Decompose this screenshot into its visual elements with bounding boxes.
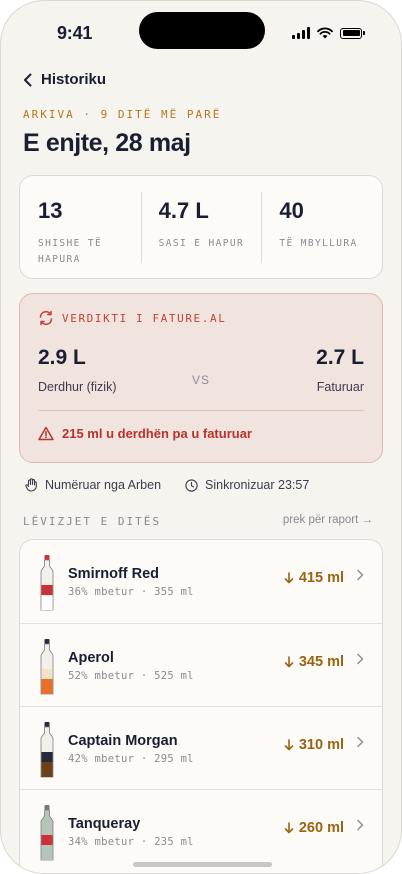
item-detail: 42% mbetur · 295 ml	[68, 753, 194, 765]
arrow-down-icon	[284, 822, 294, 834]
back-button[interactable]: Historiku	[23, 71, 106, 88]
battery-icon	[340, 27, 362, 39]
item-amount: 260 ml	[284, 820, 344, 836]
page-title: E enjte, 28 maj	[23, 129, 191, 157]
warning-triangle-icon	[38, 426, 54, 441]
poured-value: 2.9 L	[38, 346, 86, 369]
item-amount: 345 ml	[284, 654, 344, 670]
discrepancy-warning: 215 ml u derdhën pa u faturuar	[38, 426, 252, 441]
wifi-icon	[317, 27, 333, 39]
stat-caption: SHISHE TË HAPURA	[38, 238, 103, 265]
sync-icon	[39, 310, 53, 326]
list-item[interactable]: Smirnoff Red 36% mbetur · 355 ml 415 ml	[20, 540, 382, 623]
stat-opened-bottles: 13 SHISHE TË HAPURA	[20, 176, 141, 278]
clock-icon	[185, 478, 198, 492]
stat-closed: 40 TË MBYLLURA	[261, 176, 382, 278]
stat-caption: TË MBYLLURA	[279, 238, 358, 249]
counted-by: Numëruar nga Arben	[25, 478, 161, 492]
stat-value: 40	[279, 198, 304, 223]
item-name: Captain Morgan	[68, 733, 178, 749]
movements-title: LËVIZJET E DITËS	[23, 515, 161, 528]
warning-text: 215 ml u derdhën pa u faturuar	[62, 426, 252, 441]
list-item[interactable]: Aperol 52% mbetur · 525 ml 345 ml	[20, 623, 382, 707]
list-item[interactable]: Tanqueray 34% mbetur · 235 ml 260 ml	[20, 789, 382, 873]
chevron-right-icon	[357, 819, 364, 831]
meta-row: Numëruar nga Arben Sinkronizuar 23:57	[25, 478, 309, 492]
item-amount: 415 ml	[284, 570, 344, 586]
item-name: Aperol	[68, 650, 114, 666]
list-item[interactable]: Captain Morgan 42% mbetur · 295 ml 310 m…	[20, 706, 382, 790]
billed-label: Faturuar	[316, 380, 364, 394]
hand-icon	[25, 478, 37, 492]
item-amount-value: 415 ml	[298, 570, 344, 586]
status-icons	[292, 27, 365, 39]
bottle-icon	[40, 555, 54, 611]
arrow-down-icon	[284, 656, 294, 668]
arrow-down-icon	[284, 739, 294, 751]
counted-by-text: Numëruar nga Arben	[45, 478, 162, 492]
verdict-divider	[38, 410, 364, 411]
chevron-right-icon	[357, 736, 364, 748]
bottle-icon	[40, 722, 54, 778]
chevron-right-icon	[357, 569, 364, 581]
stat-caption: SASI E HAPUR	[158, 238, 245, 249]
signal-icon	[292, 27, 310, 39]
billed-value: 2.7 L	[316, 346, 364, 369]
report-link[interactable]: prek për raport →	[283, 514, 373, 526]
item-name: Tanqueray	[68, 816, 141, 832]
archive-overline: ARKIVA · 9 DITË MË PARË	[23, 108, 222, 121]
synced-text: Sinkronizuar 23:57	[205, 478, 310, 492]
item-detail: 36% mbetur · 355 ml	[68, 586, 194, 598]
stat-opened-volume: 4.7 L SASI E HAPUR	[140, 176, 262, 278]
item-amount-value: 310 ml	[298, 737, 344, 753]
stat-value: 13	[38, 198, 63, 223]
stat-value: 4.7 L	[158, 198, 209, 223]
movements-list: Smirnoff Red 36% mbetur · 355 ml 415 ml …	[19, 539, 383, 873]
item-name: Smirnoff Red	[68, 566, 160, 582]
bottle-icon	[40, 805, 54, 861]
bottle-icon	[40, 639, 54, 695]
verdict-card[interactable]: VERDIKTI I FATURE.AL 2.9 L Derdhur (fizi…	[19, 293, 383, 463]
verdict-header: VERDIKTI I FATURE.AL	[38, 310, 226, 326]
chevron-left-icon	[24, 73, 32, 86]
stats-card: 13 SHISHE TË HAPURA 4.7 L SASI E HAPUR 4…	[19, 175, 383, 279]
back-label: Historiku	[41, 71, 107, 88]
verdict-title: VERDIKTI I FATURE.AL	[62, 311, 227, 325]
dynamic-island	[139, 12, 265, 49]
home-indicator[interactable]	[133, 862, 272, 867]
item-amount-value: 345 ml	[298, 654, 344, 670]
synced-at: Sinkronizuar 23:57	[185, 478, 309, 492]
item-amount: 310 ml	[284, 737, 344, 753]
item-detail: 52% mbetur · 525 ml	[68, 670, 194, 682]
billed-block: 2.7 L Faturuar	[316, 346, 364, 394]
arrow-down-icon	[284, 572, 294, 584]
item-detail: 34% mbetur · 235 ml	[68, 836, 194, 848]
chevron-right-icon	[357, 653, 364, 665]
status-time: 9:41	[57, 23, 93, 43]
phone-screen: 9:41 Historiku ARKIVA · 9 DITË MË PARË E…	[0, 0, 402, 874]
item-amount-value: 260 ml	[298, 820, 344, 836]
